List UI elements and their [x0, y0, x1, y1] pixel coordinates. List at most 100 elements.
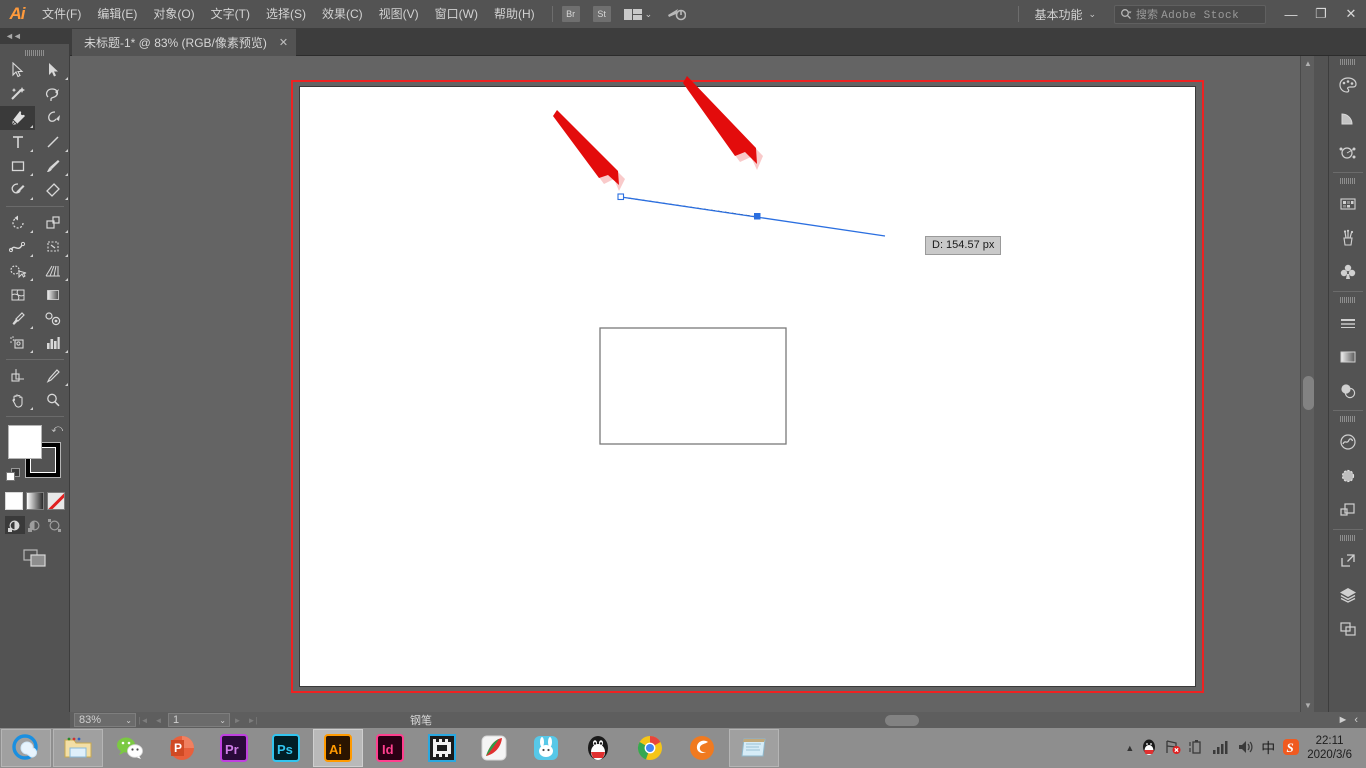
stroke-panel-icon[interactable]: [1329, 306, 1366, 340]
column-graph-tool[interactable]: [35, 331, 70, 355]
blend-tool[interactable]: [35, 307, 70, 331]
slice-tool[interactable]: [35, 364, 70, 388]
shape-builder-tool[interactable]: [0, 259, 35, 283]
perspective-grid-tool[interactable]: [35, 259, 70, 283]
change-screen-mode-button[interactable]: [0, 548, 69, 568]
menu-effect[interactable]: 效果(C): [314, 0, 371, 28]
panel-group-grip-4[interactable]: [1329, 413, 1366, 425]
pen-tool[interactable]: [0, 106, 35, 130]
tray-ime-icon[interactable]: 中: [1261, 738, 1275, 758]
line-segment-tool[interactable]: [35, 130, 70, 154]
hand-tool[interactable]: [0, 388, 35, 412]
shaper-tool[interactable]: [0, 178, 35, 202]
scale-tool[interactable]: [35, 211, 70, 235]
horizontal-scroll-thumb[interactable]: [885, 715, 919, 726]
tray-sogou-icon[interactable]: S: [1282, 738, 1300, 759]
artboard-tool[interactable]: [0, 364, 35, 388]
rectangle-tool[interactable]: [0, 154, 35, 178]
draw-normal-mode-button[interactable]: [4, 516, 25, 534]
artboard-caret-icon[interactable]: ⌄: [219, 716, 226, 725]
export-panel-icon[interactable]: [1329, 544, 1366, 578]
brushes-panel-icon[interactable]: [1329, 221, 1366, 255]
taskbar-wechat[interactable]: [105, 729, 155, 767]
toolbar-grip[interactable]: [0, 44, 69, 58]
status-expand-icon[interactable]: ►: [1337, 714, 1348, 726]
cc-libraries-panel-icon[interactable]: [1329, 425, 1366, 459]
menu-view[interactable]: 视图(V): [371, 0, 427, 28]
appearance-panel-icon[interactable]: [1329, 459, 1366, 493]
zoom-tool[interactable]: [35, 388, 70, 412]
mesh-tool[interactable]: [0, 283, 35, 307]
color-mode-gradient-button[interactable]: [25, 492, 44, 510]
menu-select[interactable]: 选择(S): [258, 0, 314, 28]
width-tool[interactable]: [0, 235, 35, 259]
panel-group-grip-2[interactable]: [1329, 175, 1366, 187]
taskbar-rabbit-app[interactable]: [521, 729, 571, 767]
canvas-area[interactable]: D: 154.57 px: [70, 56, 1300, 712]
sync-settings-icon[interactable]: [666, 6, 687, 22]
color-panel-icon[interactable]: [1329, 68, 1366, 102]
artboard-number-field[interactable]: 1 ⌄: [168, 713, 230, 727]
taskbar-photoshop[interactable]: Ps: [261, 729, 311, 767]
taskbar-powerpoint[interactable]: P: [157, 729, 207, 767]
panel-dock-grip[interactable]: [1329, 56, 1366, 68]
menu-window[interactable]: 窗口(W): [427, 0, 486, 28]
canvas-horizontal-scrollbar[interactable]: [620, 712, 1300, 728]
gradient-panel-icon[interactable]: [1329, 340, 1366, 374]
swap-fill-stroke-icon[interactable]: ⤺: [51, 423, 63, 436]
curvature-tool[interactable]: [35, 106, 70, 130]
zoom-caret-icon[interactable]: ⌄: [125, 716, 132, 725]
panel-group-grip-5[interactable]: [1329, 532, 1366, 544]
direct-selection-tool[interactable]: [35, 58, 70, 82]
arrange-caret-icon[interactable]: ⌄: [645, 9, 653, 20]
first-artboard-button[interactable]: |◄: [136, 713, 151, 727]
type-tool[interactable]: [0, 130, 35, 154]
eyedropper-tool[interactable]: [0, 307, 35, 331]
vertical-scroll-thumb[interactable]: [1303, 376, 1314, 410]
stock-search-input[interactable]: 搜索 Adobe Stock: [1114, 4, 1266, 24]
status-collapse-icon[interactable]: ‹: [1354, 714, 1358, 726]
previous-artboard-button[interactable]: ◄: [151, 713, 166, 727]
last-artboard-button[interactable]: ►|: [245, 713, 260, 727]
taskbar-clock[interactable]: 22:11 2020/3/6: [1307, 734, 1360, 762]
free-transform-tool[interactable]: [35, 235, 70, 259]
workspace-caret-icon[interactable]: ⌄: [1088, 9, 1096, 20]
taskbar-chrome[interactable]: [625, 729, 675, 767]
next-artboard-button[interactable]: ►: [230, 713, 245, 727]
color-mode-solid-button[interactable]: [4, 492, 23, 510]
workspace-switcher[interactable]: 基本功能: [1028, 6, 1088, 23]
menu-object[interactable]: 对象(O): [145, 0, 202, 28]
bridge-button[interactable]: Br: [561, 6, 580, 22]
stock-button[interactable]: St: [592, 6, 611, 22]
align-panel-icon[interactable]: [1329, 493, 1366, 527]
lasso-tool[interactable]: [35, 82, 70, 106]
menu-type[interactable]: 文字(T): [203, 0, 258, 28]
swatches-panel-icon[interactable]: [1329, 187, 1366, 221]
taskbar-premiere[interactable]: Pr: [209, 729, 259, 767]
document-tab[interactable]: 未标题-1* @ 83% (RGB/像素预览) ✕: [72, 29, 297, 56]
maximize-button[interactable]: ❐: [1306, 0, 1336, 28]
tray-qq-icon[interactable]: [1141, 738, 1157, 759]
artboards-panel-icon[interactable]: [1329, 612, 1366, 646]
draw-behind-mode-button[interactable]: [25, 516, 45, 534]
fill-color-swatch[interactable]: [8, 425, 42, 459]
panel-group-grip-3[interactable]: [1329, 294, 1366, 306]
pathfinder-panel-icon[interactable]: [1329, 136, 1366, 170]
document-tab-close-icon[interactable]: ✕: [279, 36, 288, 49]
eraser-tool[interactable]: [35, 178, 70, 202]
scroll-up-icon[interactable]: ▲: [1301, 56, 1315, 70]
magic-wand-tool[interactable]: [0, 82, 35, 106]
color-guide-panel-icon[interactable]: [1329, 102, 1366, 136]
zoom-level-field[interactable]: 83% ⌄: [74, 713, 136, 727]
tray-network-icon[interactable]: [1164, 739, 1181, 758]
minimize-button[interactable]: —: [1276, 0, 1306, 28]
tray-battery-icon[interactable]: [1188, 739, 1204, 758]
taskbar-pdf-reader[interactable]: [469, 729, 519, 767]
transparency-panel-icon[interactable]: [1329, 374, 1366, 408]
draw-inside-mode-button[interactable]: [45, 516, 65, 534]
taskbar-file-explorer[interactable]: [53, 729, 103, 767]
taskbar-qq[interactable]: [573, 729, 623, 767]
taskbar-video-player[interactable]: [417, 729, 467, 767]
toolbar-collapse-button[interactable]: ◄◄: [0, 28, 70, 44]
close-button[interactable]: ✕: [1336, 0, 1366, 28]
